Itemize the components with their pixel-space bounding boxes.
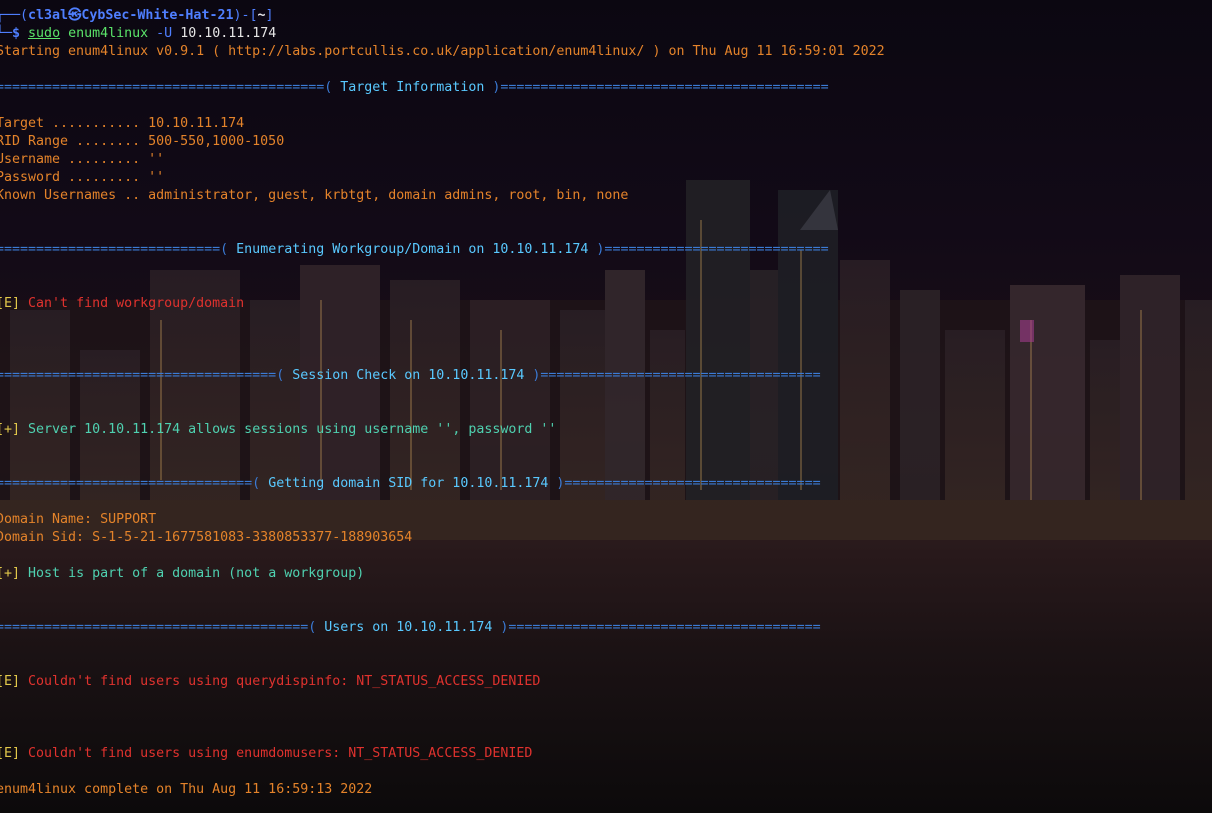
domain-sid-line: Domain Sid: S-1-5-21-1677581083-33808533… [0,530,413,545]
terminal-output: ┌──(cl3al㉿CybSec-White-Hat-21)-[~] └─$ s… [0,0,1212,813]
prompt-mid: )-[ [233,8,258,23]
complete-line: enum4linux complete on Thu Aug 11 16:59:… [0,782,373,797]
users-error-querydispinfo: [E] Couldn't find users using querydispi… [0,673,540,691]
command-sudo: sudo [28,26,61,41]
separator-right: )============================ [588,242,829,257]
command-tool: enum4linux [68,26,149,41]
prompt-dollar: $ [12,26,21,41]
error-text: Couldn't find users using querydispinfo:… [20,674,541,689]
users-error-enumdomusers: [E] Couldn't find users using enumdomuse… [0,745,532,763]
section-target-info: ========================================… [0,79,829,97]
prompt-at-symbol: ㉿ [68,8,82,23]
success-tag: [+] [0,566,21,581]
success-tag: [+] [0,422,21,437]
known-usernames-line: Known Usernames .. administrator, guest,… [0,188,629,203]
success-text: Server 10.10.11.174 allows sessions usin… [20,422,557,437]
error-tag: [E] [0,674,21,689]
prompt-user: cl3al [28,8,69,23]
start-line: Starting enum4linux v0.9.1 ( http://labs… [0,44,885,59]
separator-left: ========================================… [0,80,341,95]
rid-range-line: RID Range ........ 500-550,1000-1050 [0,134,285,149]
separator-right: )======================================= [492,620,821,635]
prompt-corner: ┌──( [0,8,29,23]
section-session: ===================================( Ses… [0,367,821,385]
section-title: Users on 10.10.11.174 [324,620,493,635]
prompt-host: CybSec-White-Hat-21 [81,8,234,23]
password-line: Password ......... '' [0,170,165,185]
domain-name-line: Domain Name: SUPPORT [0,512,157,527]
section-domain-sid: ================================( Gettin… [0,475,821,493]
error-text: Can't find workgroup/domain [20,296,245,311]
error-tag: [E] [0,296,21,311]
prompt-line-1: ┌──(cl3al㉿CybSec-White-Hat-21)-[~] [0,7,274,25]
separator-left: ===================================( [0,368,293,383]
prompt-end: ] [265,8,274,23]
section-workgroup: ============================( Enumeratin… [0,241,829,259]
separator-right: )=================================== [524,368,821,383]
section-title: Enumerating Workgroup/Domain on 10.10.11… [236,242,589,257]
separator-left: ============================( [0,242,237,257]
section-title: Getting domain SID for 10.10.11.174 [268,476,549,491]
separator-left: ================================( [0,476,269,491]
target-line: Target ........... 10.10.11.174 [0,116,245,131]
command-flag: -U [156,26,173,41]
separator-right: )================================ [548,476,821,491]
workgroup-error-line: [E] Can't find workgroup/domain [0,295,244,313]
error-tag: [E] [0,746,21,761]
error-text: Couldn't find users using enumdomusers: … [20,746,533,761]
section-title: Target Information [340,80,485,95]
section-users: =======================================(… [0,619,821,637]
terminal-window[interactable]: ┌──(cl3al㉿CybSec-White-Hat-21)-[~] └─$ s… [0,0,1212,813]
separator-left: =======================================( [0,620,325,635]
separator-right: )=======================================… [484,80,829,95]
command-arg: 10.10.11.174 [180,26,277,41]
command-line[interactable]: └─$ sudo enum4linux -U 10.10.11.174 [0,25,276,43]
prompt-cwd: ~ [257,8,266,23]
success-text: Host is part of a domain (not a workgrou… [20,566,365,581]
session-success-line: [+] Server 10.10.11.174 allows sessions … [0,421,556,439]
prompt-corner-bottom: └─ [0,26,13,41]
host-domain-line: [+] Host is part of a domain (not a work… [0,565,364,583]
section-title: Session Check on 10.10.11.174 [292,368,525,383]
username-line: Username ......... '' [0,152,165,167]
